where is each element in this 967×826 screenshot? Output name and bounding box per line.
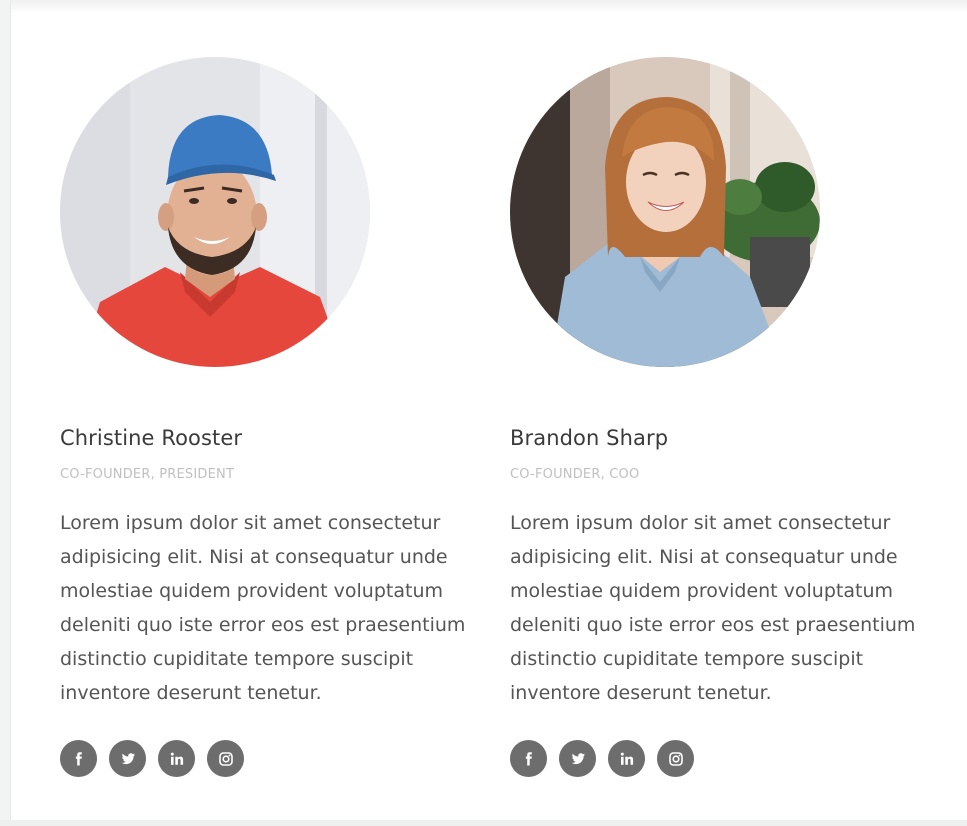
linkedin-icon (620, 752, 633, 765)
left-edge (0, 0, 11, 826)
member-bio: Lorem ipsum dolor sit amet consectetur a… (510, 512, 916, 704)
linkedin-icon (170, 752, 183, 765)
twitter-link[interactable] (559, 740, 596, 777)
member-role: CO-FOUNDER, PRESIDENT (60, 467, 235, 482)
facebook-icon (525, 751, 532, 765)
facebook-link[interactable] (60, 740, 97, 777)
man-in-blue-cap-photo (60, 57, 370, 367)
member-name: Brandon Sharp (510, 426, 669, 450)
team-section: Christine Rooster CO-FOUNDER, PRESIDENT … (0, 0, 967, 826)
twitter-icon (571, 752, 585, 764)
member-bio: Lorem ipsum dolor sit amet consectetur a… (60, 512, 466, 704)
instagram-icon (668, 751, 683, 766)
instagram-link[interactable] (657, 740, 694, 777)
facebook-icon (75, 751, 82, 765)
member-role: CO-FOUNDER, COO (510, 467, 640, 482)
facebook-link[interactable] (510, 740, 547, 777)
linkedin-link[interactable] (158, 740, 195, 777)
avatar (510, 57, 820, 367)
team-member-card: Christine Rooster CO-FOUNDER, PRESIDENT … (60, 57, 470, 777)
social-links (60, 740, 470, 777)
woman-in-blue-shirt-photo (510, 57, 820, 367)
instagram-icon (218, 751, 233, 766)
header-shadow (0, 0, 967, 14)
twitter-link[interactable] (109, 740, 146, 777)
instagram-link[interactable] (207, 740, 244, 777)
team-member-card: Brandon Sharp CO-FOUNDER, COO Lorem ipsu… (510, 57, 920, 777)
bottom-edge (0, 820, 967, 826)
linkedin-link[interactable] (608, 740, 645, 777)
avatar (60, 57, 370, 367)
social-links (510, 740, 920, 777)
twitter-icon (121, 752, 135, 764)
member-name: Christine Rooster (60, 426, 243, 450)
